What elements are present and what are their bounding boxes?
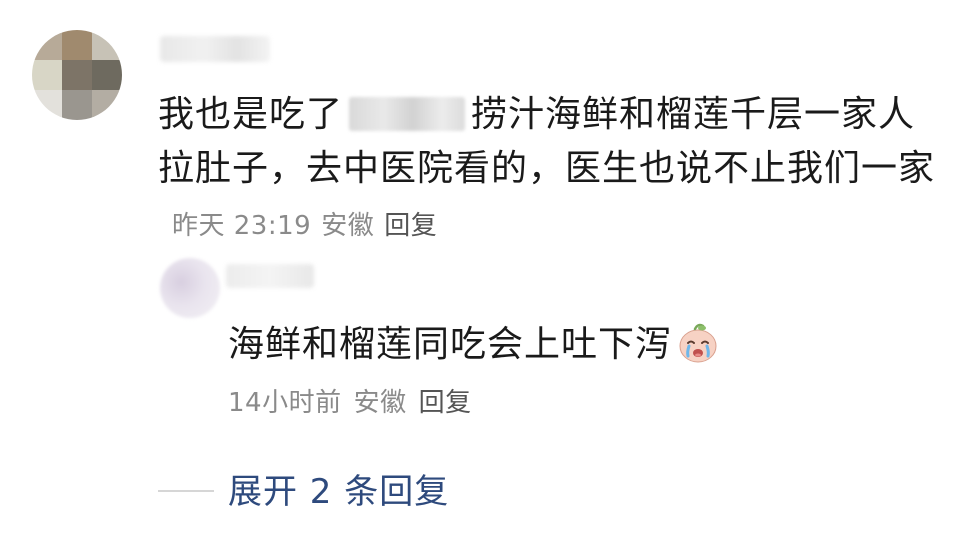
reply-reply-button[interactable]: 回复 [419,388,472,418]
main-comment: 我也是吃了 捞汁海鲜和榴莲千层一家人拉肚子，去中医院看的，医生也说不止我们一家昨天… [0,0,967,250]
redacted-brand-name [349,97,466,131]
expand-replies-row: 展开 2 条回复 [0,460,967,520]
reply-username-blurred[interactable] [226,264,314,288]
reply-button[interactable]: 回复 [384,211,437,241]
avatar[interactable] [32,30,122,120]
sub-reply: 海鲜和榴莲同吃会上吐下泻 14小时前 安徽 回复 [0,250,967,450]
comment-meta: 昨天 23:19 安徽 回复 [172,211,437,241]
expand-replies-button[interactable]: 展开 2 条回复 [228,468,449,516]
reply-text-content: 海鲜和榴莲同吃会上吐下泻 [228,324,673,365]
reply-time: 14小时前 [228,388,342,418]
comment-text: 我也是吃了 捞汁海鲜和榴莲千层一家人拉肚子，去中医院看的，医生也说不止我们一家昨天… [158,88,938,253]
comment-time: 昨天 23:19 [172,211,312,241]
expand-divider [158,490,214,492]
reply-text: 海鲜和榴莲同吃会上吐下泻 [228,320,720,369]
username-blurred[interactable] [160,36,270,62]
reply-location: 安徽 [353,388,407,418]
reply-avatar[interactable] [160,258,220,318]
comment-location: 安徽 [321,211,375,241]
comment-text-start: 我也是吃了 [158,94,344,135]
reply-meta: 14小时前 安徽 回复 [228,382,472,419]
crying-face-emoji-icon [679,323,717,363]
